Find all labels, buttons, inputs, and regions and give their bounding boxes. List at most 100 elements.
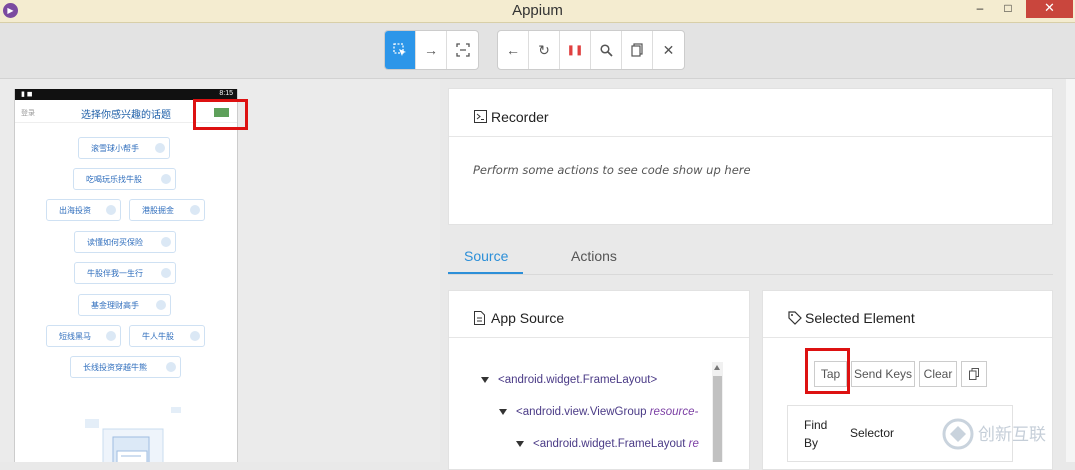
topic-add-icon [161,268,171,278]
copy-attributes-button[interactable] [961,361,987,387]
scroll-thumb[interactable] [713,376,722,462]
selected-element-title: Selected Element [805,310,915,326]
topic-tag-label: 读懂如何买保险 [87,238,143,247]
tab-source[interactable]: Source [464,248,508,264]
pause-button[interactable]: ❚❚ [560,31,591,69]
column-find-by: Find By [804,418,828,450]
inspector-toolbar: → ← ↻ ❚❚ ✕ [0,23,1075,79]
topic-add-icon [155,143,165,153]
topic-tag[interactable]: 基金理财高手 [78,294,171,316]
topic-tag[interactable]: 出海投资 [46,199,121,221]
copy-xml-icon [631,43,643,57]
mode-button-group: → [384,30,479,70]
topic-add-icon [156,300,166,310]
pause-icon: ❚❚ [566,44,584,56]
action-button-group: ← ↻ ❚❚ ✕ [497,30,685,70]
topic-tag-label: 基金理财高手 [91,301,139,310]
collapse-caret-icon[interactable] [481,376,489,383]
clear-button[interactable]: Clear [919,361,957,387]
tree-node[interactable]: <android.view.ViewGroup resource- [499,406,698,418]
recorder-hint: Perform some actions to see code show up… [473,163,751,177]
tree-node-attr: resource- [649,406,699,418]
topic-tag[interactable]: 牛人牛股 [129,325,205,347]
terminal-icon [474,110,487,123]
topic-add-icon [161,237,171,247]
topic-tag[interactable]: 滚雪球小帮手 [78,137,170,159]
copy-xml-button[interactable] [622,31,653,69]
watermark-text: 创新互联 [978,425,1046,445]
minimize-button[interactable]: – [966,0,994,18]
topic-add-icon [190,331,200,341]
topic-tag-label: 滚雪球小帮手 [91,144,139,153]
status-time: 8:15 [219,90,233,97]
scroll-up-arrow-icon[interactable] [714,365,720,370]
tap-button-highlight [805,348,850,394]
onboarding-illustration [85,407,181,462]
watermark-logo: 创新互联 [942,418,1046,450]
column-selector: Selector [850,426,895,440]
tree-node[interactable]: <android.widget.FrameLayout> [481,374,657,386]
swipe-icon: → [424,42,438,58]
topic-tag-label: 出海投资 [59,206,91,215]
copy-icon [969,368,979,380]
inspector-tabs: Source Actions [448,238,1053,275]
divider [449,136,1052,137]
refresh-button[interactable]: ↻ [529,31,560,69]
search-button[interactable] [591,31,622,69]
topic-add-icon [106,331,116,341]
title-bar: ▶ Appium – □ ✕ [0,0,1075,23]
device-screenshot[interactable]: ▮ ◼ 8:15 登录 选择你感兴趣的话题 滚雪球小帮手 吃喝玩乐找牛股 出海投… [14,89,238,462]
swipe-button[interactable]: → [416,31,447,69]
back-icon: ← [506,42,520,58]
send-keys-button[interactable]: Send Keys [851,361,915,387]
close-window-button[interactable]: ✕ [1026,0,1073,18]
topic-tag[interactable]: 读懂如何买保险 [74,231,176,253]
topic-add-icon [161,174,171,184]
tree-node[interactable]: <android.widget.FrameLayout re [516,438,699,450]
tree-node-tag: <android.view.ViewGroup [516,406,650,418]
tree-node-attr: re [688,438,699,450]
close-icon: ✕ [662,41,675,58]
collapse-caret-icon[interactable] [499,408,507,415]
topic-tag-label: 长线投资穿越牛熊 [83,363,147,372]
divider [449,337,749,338]
maximize-button[interactable]: □ [994,0,1022,18]
topic-tag[interactable]: 牛股伴我一生行 [74,262,176,284]
select-element-icon [393,43,406,56]
topic-add-icon [190,205,200,215]
tap-by-coordinates-icon [455,43,470,57]
topic-add-icon [166,362,176,372]
topic-tag-label: 牛股伴我一生行 [87,269,143,278]
topic-tag-label: 短线黑马 [59,332,91,341]
tab-actions[interactable]: Actions [571,248,617,264]
tree-node-tag: <android.widget.FrameLayout [533,438,689,450]
app-source-title: App Source [491,310,565,326]
back-button[interactable]: ← [498,31,529,69]
source-scrollbar[interactable] [712,362,723,462]
topic-add-icon [106,205,116,215]
recorder-card: Recorder Perform some actions to see cod… [448,88,1053,225]
active-tab-indicator [448,272,523,274]
topic-tag-label: 港股掘金 [142,206,174,215]
quit-session-button[interactable]: ✕ [653,31,684,69]
topic-tag-label: 吃喝玩乐找牛股 [86,175,142,184]
tag-icon [788,311,802,325]
file-icon [474,311,485,325]
divider [763,337,1052,338]
tree-node-tag: <android.widget.FrameLayout> [498,374,658,386]
topic-tag[interactable]: 短线黑马 [46,325,121,347]
window-title: Appium [512,2,563,19]
recorder-title: Recorder [491,109,549,125]
refresh-icon: ↻ [538,41,550,58]
topic-tag[interactable]: 港股掘金 [129,199,205,221]
phone-element-highlight [193,99,248,130]
select-element-button[interactable] [385,31,416,69]
notification-icons: ▮ ◼ [21,91,33,98]
tap-by-coordinates-button[interactable] [447,31,478,69]
topic-tag[interactable]: 吃喝玩乐找牛股 [73,168,176,190]
window-right-edge [1066,79,1075,462]
search-icon [599,43,613,57]
topic-tag-label: 牛人牛股 [142,332,174,341]
topic-tag[interactable]: 长线投资穿越牛熊 [70,356,181,378]
collapse-caret-icon[interactable] [516,440,524,447]
